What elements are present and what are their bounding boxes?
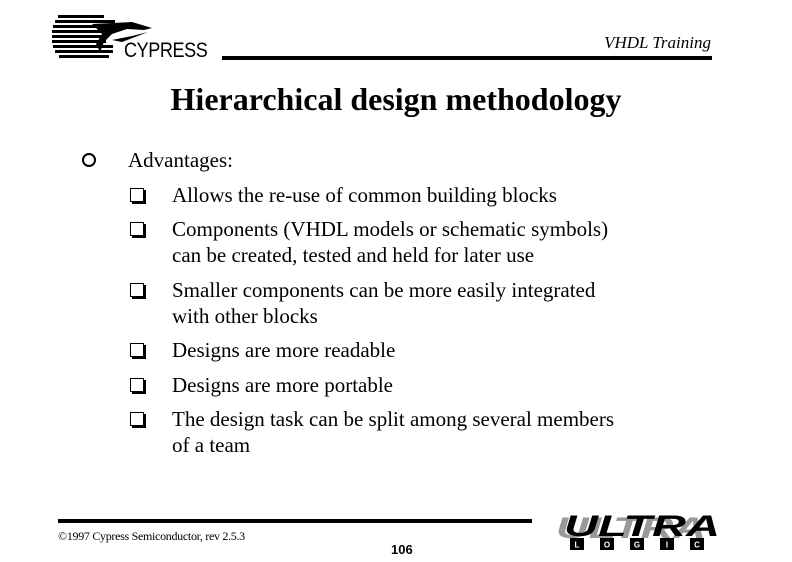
logic-letter: G — [634, 541, 640, 550]
list-item-text: Smaller components can be more easily in… — [172, 278, 596, 302]
list-item-text: with other blocks — [172, 304, 318, 328]
cypress-logo-text: CYPRESS — [124, 39, 208, 62]
list-item-text: Components (VHDL models or schematic sym… — [172, 217, 609, 241]
checkbox-bullet-icon — [130, 188, 144, 202]
logic-letter: L — [575, 541, 580, 550]
list-item-text: Designs are more readable — [172, 338, 396, 362]
checkbox-bullet-icon — [130, 412, 144, 426]
list-item-text: Allows the re-use of common building blo… — [172, 183, 557, 207]
list-item-text: of a team — [172, 433, 251, 457]
checkbox-bullet-icon — [130, 222, 144, 236]
slide-title: Hierarchical design methodology — [170, 81, 622, 117]
logic-letter: O — [604, 541, 610, 550]
course-label: VHDL Training — [604, 33, 711, 52]
list-item-text: Designs are more portable — [172, 373, 394, 397]
logic-letter: C — [694, 541, 700, 550]
checkbox-bullet-icon — [130, 283, 144, 297]
logic-letter: I — [666, 541, 668, 550]
footer-rule — [58, 519, 532, 523]
advantages-heading: Advantages: — [128, 148, 233, 172]
circle-bullet-icon — [82, 153, 96, 167]
checkbox-bullet-icon — [130, 343, 144, 357]
header-rule — [222, 56, 712, 60]
copyright-notice: ©1997 Cypress Semiconductor, rev 2.5.3 — [58, 529, 245, 543]
ultra-logic-logo-icon: ULTRA ULTRA LOGIC — [556, 512, 720, 550]
list-item-text: can be created, tested and held for late… — [172, 243, 535, 267]
page-number: 106 — [391, 542, 413, 557]
checkbox-bullet-icon — [130, 378, 144, 392]
list-item-text: The design task can be split among sever… — [172, 407, 615, 431]
